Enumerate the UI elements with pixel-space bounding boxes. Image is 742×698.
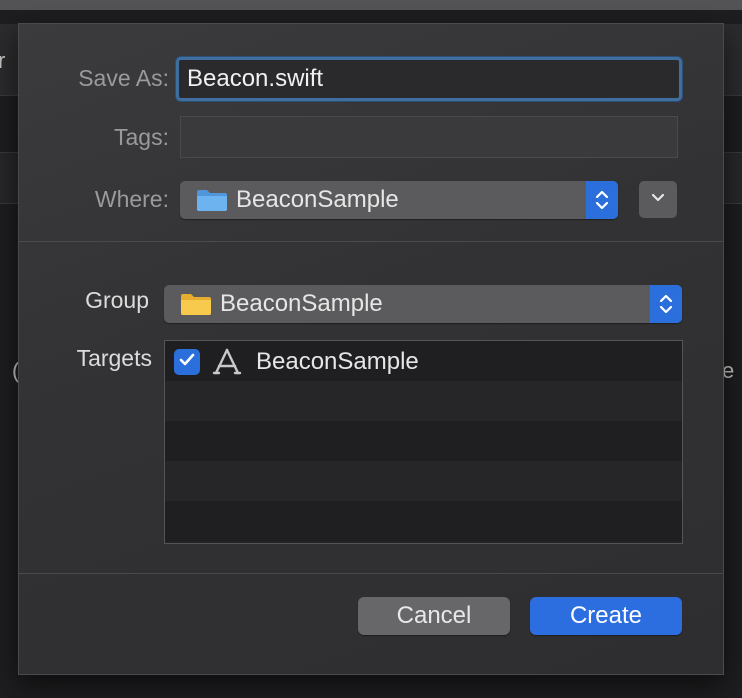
target-name: BeaconSample [256, 348, 419, 375]
divider [19, 241, 723, 242]
tags-field[interactable] [180, 116, 678, 158]
divider [19, 573, 723, 574]
target-checkbox[interactable] [174, 349, 200, 375]
up-down-chevron-icon [650, 285, 682, 323]
chevron-down-icon [650, 191, 666, 209]
targets-label: Targets [76, 345, 152, 371]
save-as-field[interactable] [176, 57, 682, 101]
save-sheet: Save As: Tags: Where: BeaconSample Group [18, 23, 724, 675]
app-target-icon [211, 346, 243, 378]
group-label: Group [85, 287, 149, 313]
group-value: BeaconSample [220, 290, 383, 317]
up-down-chevron-icon [586, 181, 618, 219]
targets-list[interactable]: BeaconSample [164, 340, 683, 544]
empty-row [165, 501, 682, 541]
background-title-bar [0, 0, 742, 10]
folder-blue-icon [196, 188, 228, 212]
empty-row [165, 381, 682, 421]
background-text-fragment: r [0, 48, 6, 73]
folder-yellow-icon [180, 292, 212, 316]
where-popup[interactable]: BeaconSample [180, 181, 618, 219]
group-popup[interactable]: BeaconSample [164, 285, 682, 323]
create-button[interactable]: Create [530, 597, 682, 635]
tags-label: Tags: [114, 124, 169, 150]
where-value: BeaconSample [236, 186, 399, 213]
expand-button[interactable] [639, 181, 677, 218]
target-row[interactable]: BeaconSample [165, 341, 682, 381]
where-label: Where: [94, 186, 169, 212]
empty-row [165, 421, 682, 461]
save-as-label: Save As: [78, 65, 169, 91]
cancel-button[interactable]: Cancel [358, 597, 510, 635]
empty-row [165, 461, 682, 501]
checkmark-icon [178, 352, 196, 373]
